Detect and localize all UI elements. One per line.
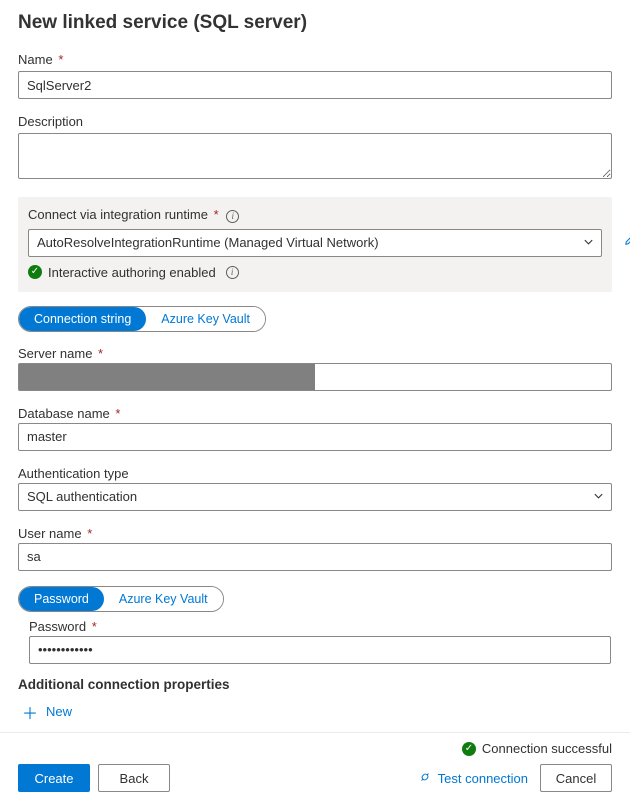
server-name-group: Server name *	[18, 346, 612, 391]
check-icon: ✓	[462, 742, 476, 756]
plus-icon: ＋	[22, 700, 38, 721]
back-button[interactable]: Back	[98, 764, 170, 792]
tab-connection-string[interactable]: Connection string	[19, 307, 146, 331]
runtime-section: Connect via integration runtime * i Auto…	[18, 197, 612, 292]
server-name-label: Server name *	[18, 346, 612, 361]
test-connection-link[interactable]: Test connection	[418, 770, 528, 787]
password-label: Password *	[29, 619, 611, 634]
name-field-group: Name *	[18, 52, 612, 99]
auth-type-select[interactable]: SQL authentication	[18, 483, 612, 511]
server-name-input[interactable]	[18, 363, 612, 391]
check-icon: ✓	[28, 265, 42, 279]
connection-status: ✓ Connection successful	[18, 741, 612, 756]
database-name-input[interactable]	[18, 423, 612, 451]
info-icon[interactable]: i	[226, 266, 239, 279]
auth-type-label: Authentication type	[18, 466, 612, 481]
password-input[interactable]	[29, 636, 611, 664]
runtime-select[interactable]: AutoResolveIntegrationRuntime (Managed V…	[28, 229, 602, 257]
info-icon[interactable]: i	[226, 210, 239, 223]
cancel-button[interactable]: Cancel	[540, 764, 612, 792]
password-group: Password *	[18, 618, 612, 665]
name-label: Name *	[18, 52, 612, 67]
additional-props-label: Additional connection properties	[18, 677, 612, 692]
tab-password[interactable]: Password	[19, 587, 104, 611]
user-name-input[interactable]	[18, 543, 612, 571]
tab-azure-key-vault[interactable]: Azure Key Vault	[146, 307, 265, 331]
database-name-group: Database name *	[18, 406, 612, 451]
user-name-label: User name *	[18, 526, 612, 541]
create-button[interactable]: Create	[18, 764, 90, 792]
database-name-label: Database name *	[18, 406, 612, 421]
description-field-group: Description	[18, 114, 612, 182]
auth-type-group: Authentication type SQL authentication	[18, 466, 612, 511]
user-name-group: User name *	[18, 526, 612, 571]
name-input[interactable]	[18, 71, 612, 99]
edit-icon[interactable]	[623, 232, 630, 250]
additional-props-section: Additional connection properties ＋ New	[18, 677, 612, 721]
add-new-button[interactable]: ＋ New	[22, 700, 72, 721]
footer: ✓ Connection successful Create Back Test…	[0, 732, 630, 806]
interactive-status: ✓ Interactive authoring enabled i	[28, 265, 602, 280]
description-input[interactable]	[18, 133, 612, 179]
page-title: New linked service (SQL server)	[18, 12, 612, 34]
connection-source-tabs: Connection string Azure Key Vault	[18, 306, 266, 332]
description-label: Description	[18, 114, 612, 129]
plug-icon	[418, 770, 432, 787]
tab-password-akv[interactable]: Azure Key Vault	[104, 587, 223, 611]
runtime-label: Connect via integration runtime * i	[28, 207, 602, 223]
password-source-tabs: Password Azure Key Vault	[18, 586, 224, 612]
